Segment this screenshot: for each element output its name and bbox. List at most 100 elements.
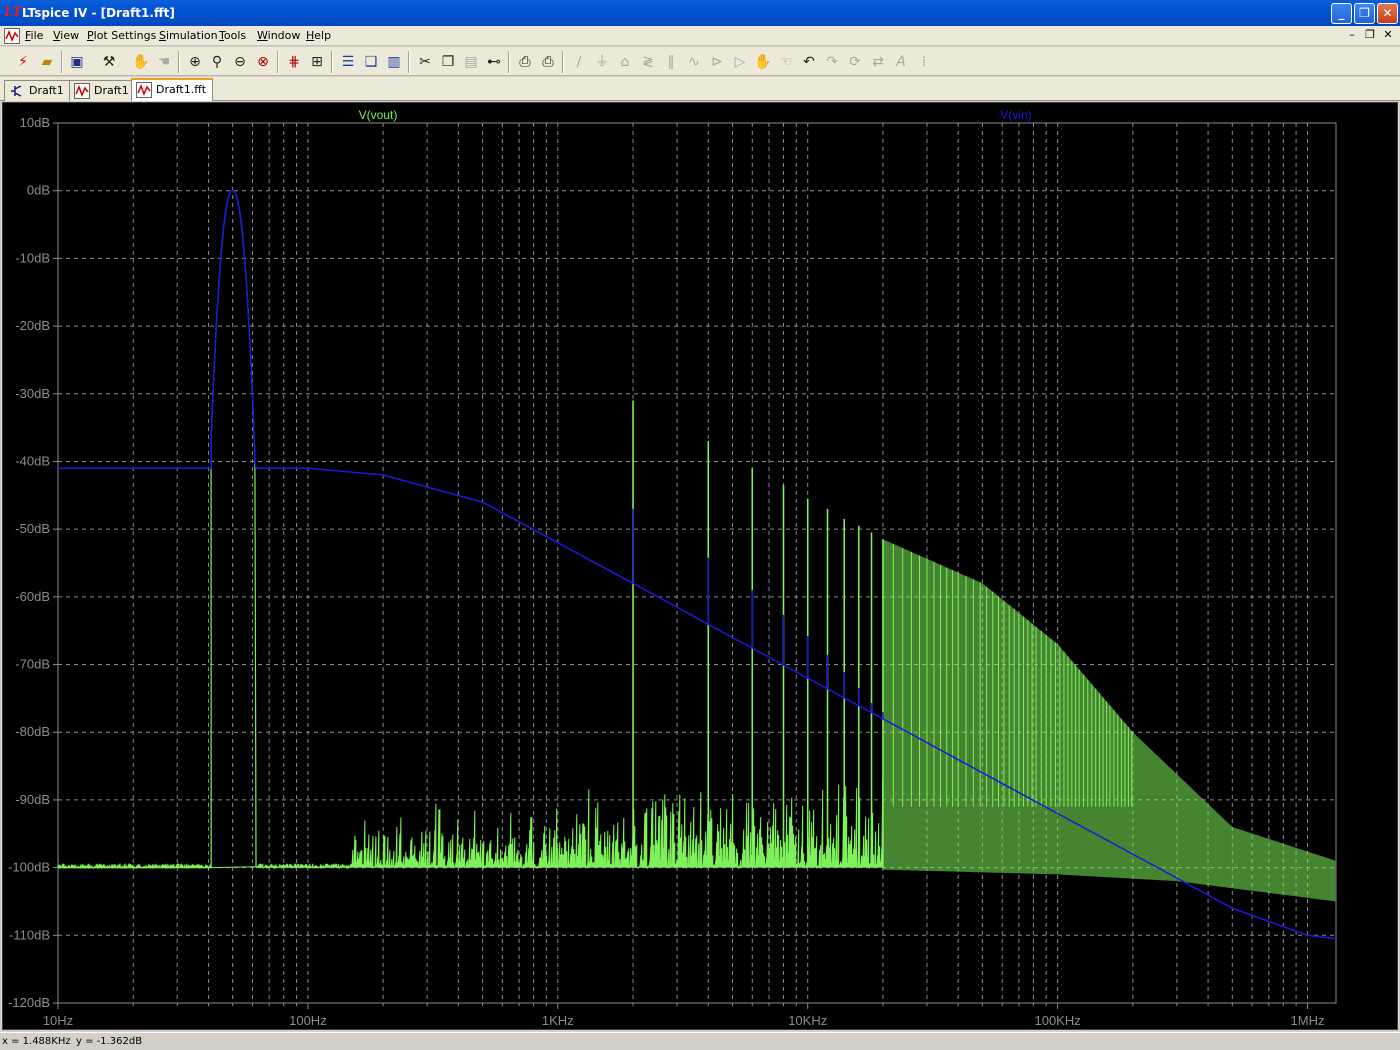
drag-icon[interactable]: ☜ <box>775 51 797 73</box>
menu-view[interactable]: View <box>53 29 79 43</box>
status-bar: x = 1.488KHz y = -1.362dB <box>0 1032 1400 1050</box>
fft-waveform-icon[interactable] <box>4 28 20 44</box>
close-button[interactable]: ✕ <box>1377 3 1398 24</box>
waveform-icon <box>74 83 90 99</box>
control-panel-icon[interactable]: ⚒ <box>98 51 120 73</box>
menu-window[interactable]: Window <box>257 29 300 43</box>
tab-label: Draft1 <box>29 84 64 97</box>
zoom-fit-icon[interactable]: ⊗ <box>252 51 274 73</box>
minimize-button[interactable]: _ <box>1331 3 1352 24</box>
schematic-icon <box>11 85 22 97</box>
undo-icon[interactable]: ↶ <box>798 51 820 73</box>
x-tick-label: 10KHz <box>788 1013 827 1028</box>
y-tick-label: 10dB <box>20 115 50 130</box>
diode-icon[interactable]: ⊳ <box>706 51 728 73</box>
run-icon[interactable]: ⚡ <box>12 51 34 73</box>
mdi-minimize-button[interactable]: – <box>1344 28 1360 43</box>
y-tick-label: -90dB <box>15 792 50 807</box>
tab-schematic[interactable]: Draft1 <box>4 80 71 101</box>
menu-simulation[interactable]: Simulation <box>159 29 218 43</box>
fft-icon[interactable]: ⊞ <box>306 51 328 73</box>
save-icon[interactable]: ▣ <box>66 51 88 73</box>
waveform-viewer[interactable]: 10dB 0dB -10dB -20dB -30dB -40dB -50dB -60dB -70… <box>2 102 1398 1030</box>
title-bar[interactable]: LT LTspice IV - [Draft1.fft] _ ❐ ✕ <box>0 0 1400 26</box>
y-tick-label: -80dB <box>15 724 50 739</box>
pan-icon[interactable]: ☚ <box>153 51 175 73</box>
toolbar-separator <box>331 51 333 73</box>
fft-plot[interactable]: 10dB 0dB -10dB -20dB -30dB -40dB -50dB -60dB -70… <box>3 103 1399 1031</box>
inductor-icon[interactable]: ∿ <box>683 51 705 73</box>
toolbar-separator <box>562 51 564 73</box>
toolbar: ⚡ ▰ ▣ ⚒ ✋ ☚ ⊕ ⚲ ⊖ ⊗ ⋕ ⊞ ☰ ❏ ▥ ✂ ❐ ▤ ⊷ ⎙ … <box>0 47 1400 76</box>
copy-icon[interactable]: ❐ <box>437 51 459 73</box>
tab-waveform[interactable]: Draft1 <box>69 80 136 101</box>
window-title: LTspice IV - [Draft1.fft] <box>22 6 175 20</box>
open-icon[interactable]: ▰ <box>36 51 58 73</box>
tile-horizontal-icon[interactable]: ☰ <box>337 51 359 73</box>
wire-icon[interactable]: ∕ <box>568 51 590 73</box>
redo-icon[interactable]: ↷ <box>821 51 843 73</box>
ground-icon[interactable]: ⏚ <box>591 51 613 73</box>
menu-plot-settings[interactable]: Plot Settings <box>87 29 156 43</box>
y-tick-label: -120dB <box>8 995 50 1010</box>
vout-harmonic-band <box>882 539 1336 902</box>
text-icon[interactable]: A <box>890 51 912 73</box>
mdi-close-button[interactable]: ✕ <box>1380 28 1396 43</box>
halt-icon[interactable]: ✋ <box>130 51 152 73</box>
x-tick-label: 1KHz <box>542 1013 574 1028</box>
cursor-x-readout: x = 1.488KHz <box>2 1036 71 1047</box>
y-tick-label: -60dB <box>15 589 50 604</box>
menu-file[interactable]: File <box>25 29 43 43</box>
vout-noise-floor <box>57 780 884 870</box>
print-setup-icon[interactable]: ⎙ <box>514 51 536 73</box>
y-tick-label: -70dB <box>15 657 50 672</box>
tab-label: Draft1.fft <box>156 83 207 96</box>
menu-tools[interactable]: Tools <box>219 29 246 43</box>
y-tick-label: 0dB <box>27 183 50 198</box>
toolbar-separator <box>508 51 510 73</box>
legend-vin: V(vin) <box>1000 108 1031 122</box>
y-tick-label: -30dB <box>15 386 50 401</box>
y-tick-label: -10dB <box>15 250 50 265</box>
zoom-out-icon[interactable]: ⚲ <box>206 51 228 73</box>
toolbar-separator <box>61 51 63 73</box>
y-tick-label: -40dB <box>15 453 50 468</box>
spice-directive-icon[interactable]: ⁞ <box>913 51 935 73</box>
menu-bar: File View Plot Settings Simulation Tools… <box>0 26 1400 46</box>
cut-icon[interactable]: ✂ <box>414 51 436 73</box>
print-icon[interactable]: ⎙ <box>537 51 559 73</box>
legend-vout: V(vout) <box>359 108 398 122</box>
capacitor-icon[interactable]: ‖ <box>660 51 682 73</box>
rotate-icon[interactable]: ⟳ <box>844 51 866 73</box>
toolbar-separator <box>178 51 180 73</box>
tab-bar: Draft1 Draft1 Draft1.fft <box>0 77 1400 101</box>
label-icon[interactable]: ⌂ <box>614 51 636 73</box>
x-tick-label: 1MHz <box>1291 1013 1325 1028</box>
maximize-button[interactable]: ❐ <box>1354 3 1375 24</box>
move-icon[interactable]: ✋ <box>752 51 774 73</box>
tab-fft[interactable]: Draft1.fft <box>131 78 214 101</box>
y-tick-label: -100dB <box>8 860 50 875</box>
mdi-restore-button[interactable]: ❐ <box>1362 28 1378 43</box>
tab-label: Draft1 <box>94 84 129 97</box>
fft-waveform-icon <box>136 82 152 98</box>
zoom-back-icon[interactable]: ⊖ <box>229 51 251 73</box>
mirror-icon[interactable]: ⇄ <box>867 51 889 73</box>
menu-help[interactable]: Help <box>306 29 331 43</box>
x-tick-label: 100Hz <box>289 1013 327 1028</box>
x-tick-label: 100KHz <box>1034 1013 1080 1028</box>
toolbar-separator <box>408 51 410 73</box>
zoom-in-icon[interactable]: ⊕ <box>184 51 206 73</box>
ltspice-logo-icon: LT <box>4 5 22 20</box>
autorange-icon[interactable]: ⋕ <box>283 51 305 73</box>
resistor-icon[interactable]: ≷ <box>637 51 659 73</box>
cascade-icon[interactable]: ❏ <box>360 51 382 73</box>
toolbar-separator <box>277 51 279 73</box>
paste-icon[interactable]: ▤ <box>460 51 482 73</box>
cursor-y-readout: y = -1.362dB <box>76 1036 143 1047</box>
tile-vertical-icon[interactable]: ▥ <box>383 51 405 73</box>
find-icon[interactable]: ⊷ <box>483 51 505 73</box>
y-tick-label: -50dB <box>15 521 50 536</box>
component-icon[interactable]: ▷ <box>729 51 751 73</box>
y-tick-label: -110dB <box>9 927 50 942</box>
